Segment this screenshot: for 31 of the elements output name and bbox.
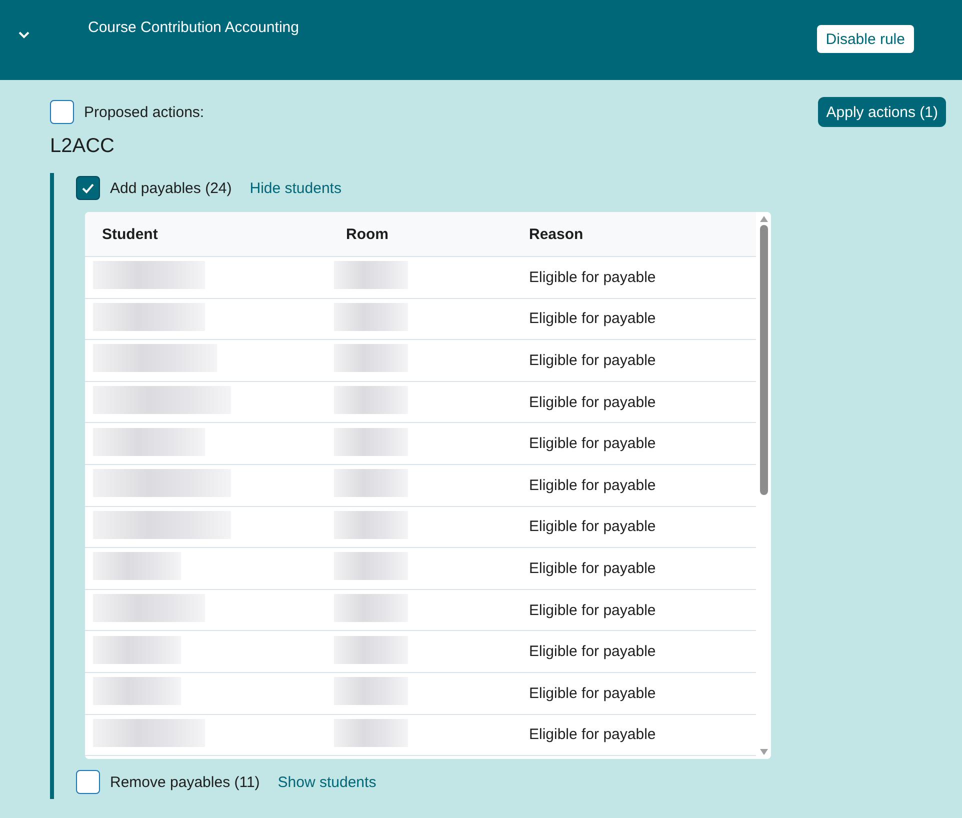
action-label: Remove payables (11) [110,774,260,790]
checkbox[interactable] [76,770,100,794]
toggle-students-link[interactable]: Hide students [250,180,342,196]
scroll-down-arrow-icon[interactable] [760,749,768,755]
rule-title: Course Contribution Accounting [88,19,299,36]
group-title: L2ACC [50,135,116,159]
toggle-students-link[interactable]: Show students [278,774,376,790]
proposed-actions-label: Proposed actions: [84,104,204,120]
table-cell-text: Eligible for payable [528,560,657,577]
checkbox[interactable] [76,176,100,200]
table-cell-text: Eligible for payable [528,518,657,536]
table-cell-text: Eligible for payable [528,602,657,619]
apply-actions-button[interactable]: Apply actions (1) [818,97,946,127]
column-header: Room [345,226,390,242]
table-cell-text: Eligible for payable [528,310,657,328]
table-cell-text: Eligible for payable [528,476,657,494]
table-cell-text: Eligible for payable [528,435,657,452]
scroll-up-arrow-icon[interactable] [760,216,768,222]
column-header: Student [101,226,159,242]
table-cell-text: Eligible for payable [528,268,657,286]
table-cell-text: Eligible for payable [528,726,657,744]
table-cell-text: Eligible for payable [528,643,657,660]
column-header: Reason [528,226,584,242]
action-label: Add payables (24) [110,180,232,196]
table-cell-text: Eligible for payable [528,352,657,369]
chevron-down-icon[interactable] [18,31,30,39]
table-cell-text: Eligible for payable [528,684,657,702]
scrollbar-thumb[interactable] [760,225,768,495]
checkbox[interactable] [50,100,74,124]
table-cell-text: Eligible for payable [528,394,657,411]
disable-rule-button[interactable]: Disable rule [816,25,914,53]
